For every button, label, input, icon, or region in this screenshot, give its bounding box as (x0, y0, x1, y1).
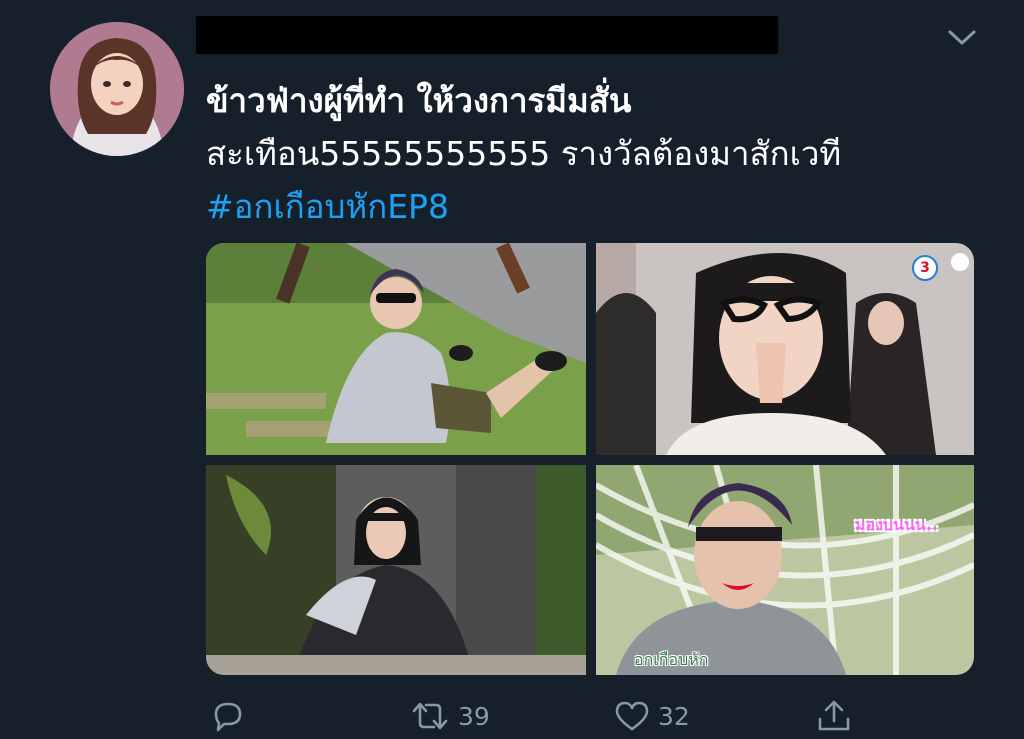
reply-icon (214, 702, 242, 732)
retweet-button[interactable]: 39 (408, 699, 490, 733)
like-icon (615, 701, 649, 731)
tweet-text: ข้าวฟ่างผู้ที่ทำ ให้วงการมีมสั่น สะเทือน… (206, 74, 996, 233)
author-name-redacted[interactable] (196, 16, 778, 54)
like-button[interactable]: 32 (612, 699, 690, 733)
tweet-text-line-2: สะเทือน55555555555 รางวัลต้องมาสักเวที (206, 134, 842, 173)
like-count: 32 (658, 701, 690, 731)
photo-3[interactable] (206, 465, 586, 675)
hashtag-link[interactable]: #อกเกือบหักEP8 (206, 180, 996, 233)
reply-button[interactable] (208, 699, 254, 733)
channel-3-logo: 3 (912, 255, 938, 281)
avatar-illustration (50, 22, 184, 156)
retweet-icon (412, 702, 448, 730)
tweet-actions: 39 32 (0, 695, 1024, 739)
tweet-text-line-1: ข้าวฟ่างผู้ที่ทำ ให้วงการมีมสั่น (206, 81, 632, 120)
media-grid: 3 มองบนนน.. อกเกือบหัก (206, 243, 974, 675)
photo-4-caption-top: มองบนนน.. (854, 515, 938, 534)
photo-4[interactable]: มองบนนน.. อกเกือบหัก (596, 465, 974, 675)
tweet: ข้าวฟ่างผู้ที่ทำ ให้วงการมีมสั่น สะเทือน… (0, 0, 1024, 739)
photo-1[interactable] (206, 243, 586, 455)
photo-1-image (206, 243, 586, 455)
share-button[interactable] (814, 699, 854, 733)
retweet-count: 39 (458, 701, 490, 731)
photo-2[interactable]: 3 (596, 243, 974, 455)
chevron-down-icon[interactable] (946, 26, 978, 48)
photo-4-caption-bottom: อกเกือบหัก (634, 650, 709, 669)
share-icon (818, 700, 850, 731)
avatar[interactable] (50, 22, 184, 156)
photo-3-image (206, 465, 586, 675)
photo-4-image (596, 465, 974, 675)
